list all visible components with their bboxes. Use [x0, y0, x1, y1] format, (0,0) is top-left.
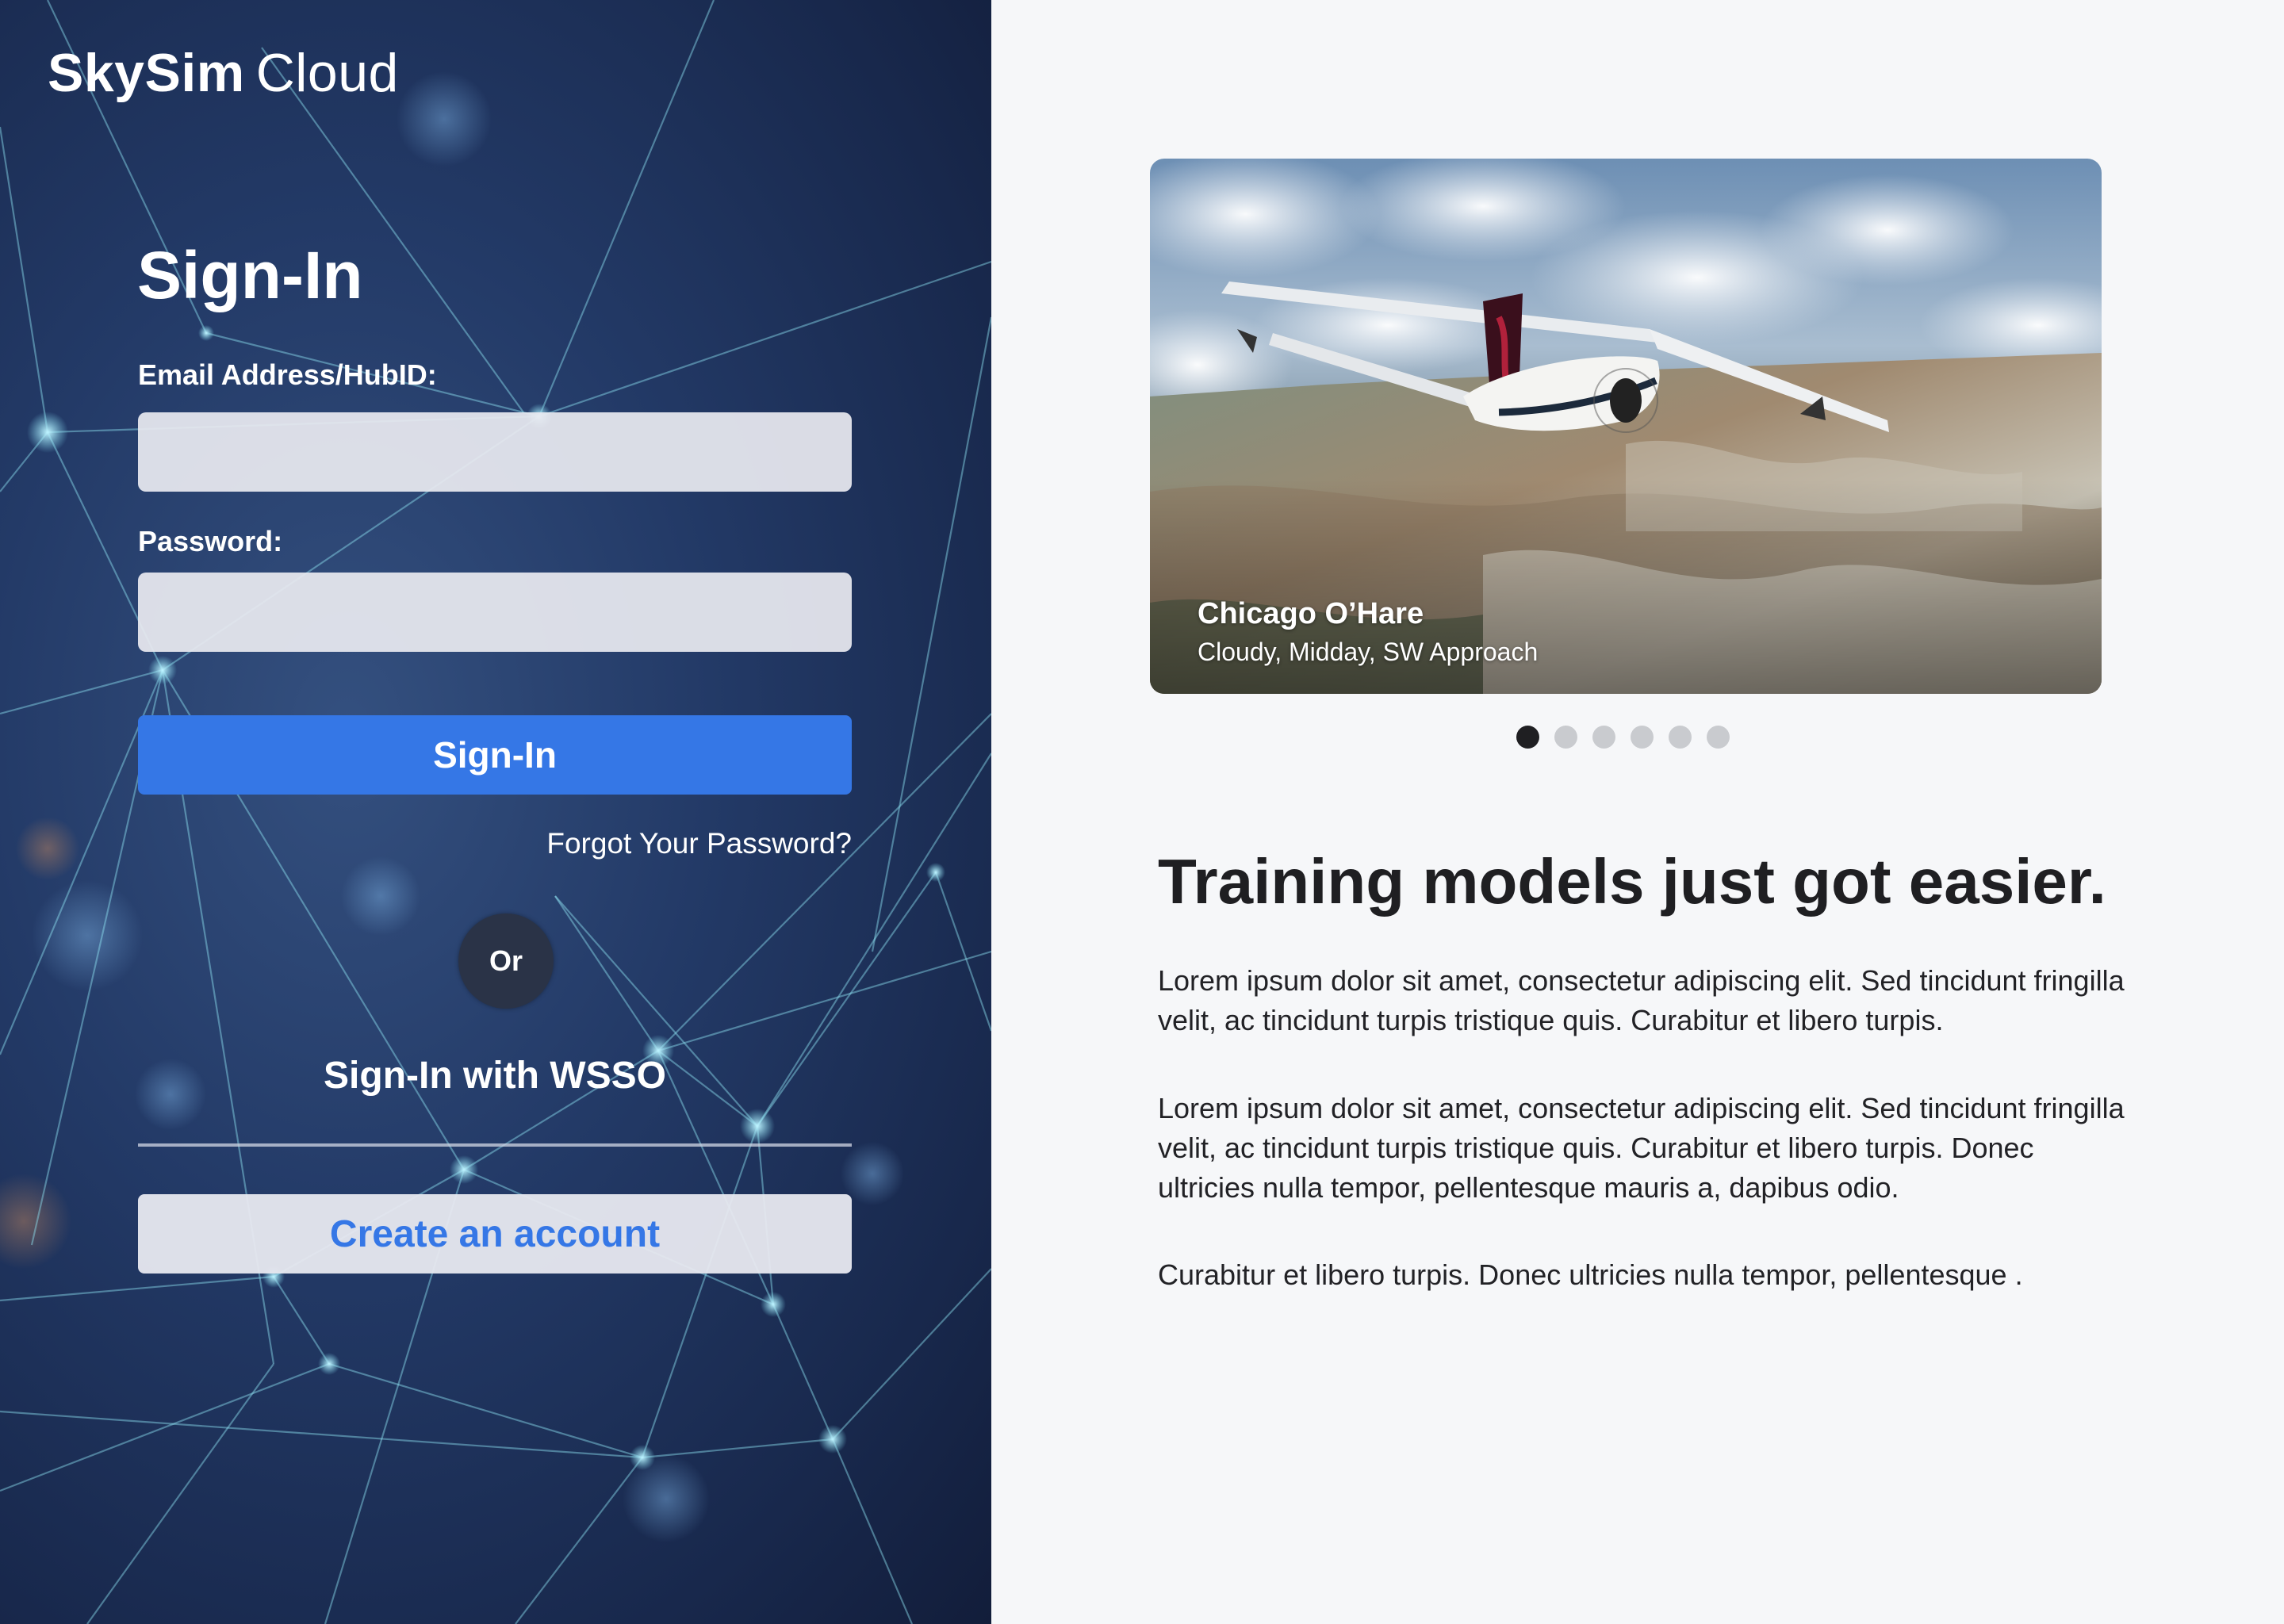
carousel-dots [1516, 726, 1730, 749]
signin-button[interactable]: Sign-In [138, 715, 852, 795]
email-input[interactable] [138, 412, 852, 492]
carousel-slide[interactable]: Chicago O’Hare [1150, 159, 2102, 694]
info-panel: Chicago O’Hare Cloudy, Midday, SW Approa… [991, 0, 2284, 1624]
or-label: Or [489, 944, 523, 977]
create-account-button[interactable]: Create an account [138, 1194, 852, 1274]
body-paragraph: Curabitur et libero turpis. Donec ultric… [1158, 1258, 2023, 1291]
or-separator: Or [458, 914, 554, 1009]
slide-title: Chicago O’Hare [1198, 597, 1424, 630]
signin-title: Sign-In [137, 238, 363, 312]
body-paragraph: Lorem ipsum dolor sit amet, consectetur … [1158, 1092, 2125, 1204]
brand-logo: SkySim Cloud [48, 46, 399, 100]
carousel-dot[interactable] [1592, 726, 1615, 749]
carousel-dot[interactable] [1669, 726, 1692, 749]
brand-name-bold: SkySim [48, 43, 245, 103]
headline: Training models just got easier. [1158, 846, 2106, 917]
carousel-dot[interactable] [1707, 726, 1730, 749]
password-label: Password: [138, 525, 283, 557]
forgot-password-link[interactable]: Forgot Your Password? [546, 829, 852, 858]
signin-wsso-link[interactable]: Sign-In with WSSO [138, 1057, 852, 1095]
email-label: Email Address/HubID: [138, 358, 437, 391]
brand-name-regular: Cloud [255, 43, 399, 103]
carousel-dot[interactable] [1554, 726, 1577, 749]
password-input[interactable] [138, 573, 852, 652]
carousel-dot[interactable] [1516, 726, 1539, 749]
carousel-dot[interactable] [1631, 726, 1654, 749]
divider [138, 1143, 852, 1147]
body-paragraph: Lorem ipsum dolor sit amet, consectetur … [1158, 964, 2125, 1036]
login-page: SkySim Cloud Sign-In Email Address/HubID:… [0, 0, 2284, 1624]
slide-subtitle: Cloudy, Midday, SW Approach [1198, 638, 1539, 666]
signin-panel: SkySim Cloud Sign-In Email Address/HubID:… [0, 0, 991, 1624]
